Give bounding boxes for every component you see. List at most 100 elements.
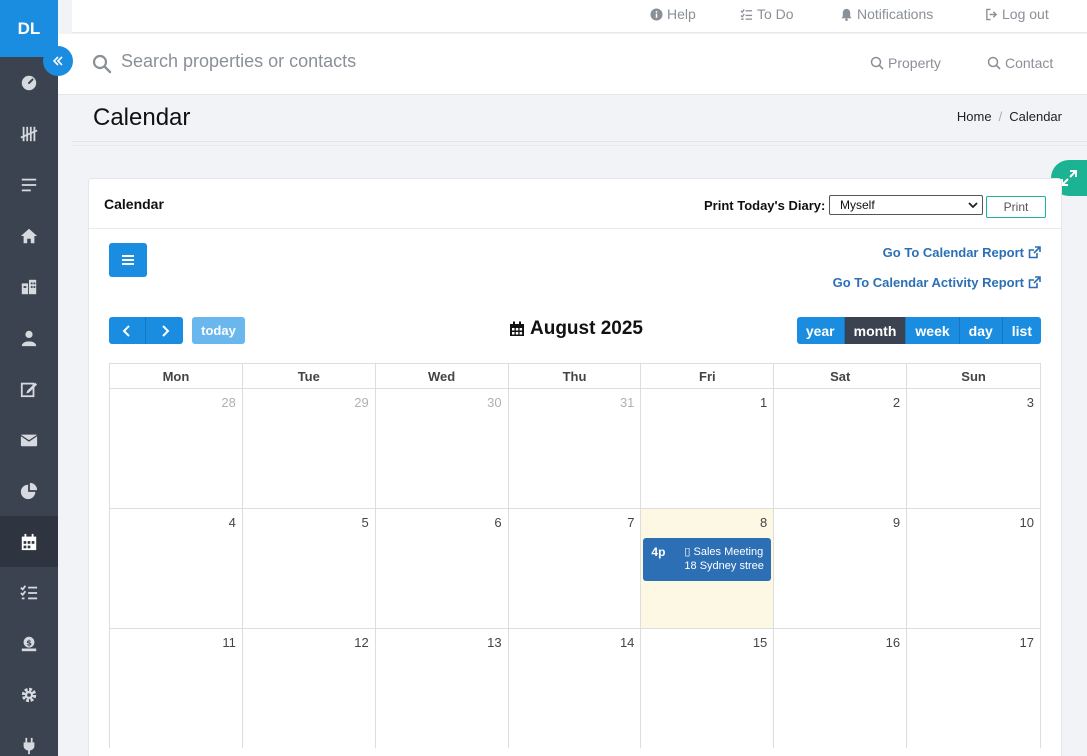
day-number[interactable]: 15 [753,635,767,650]
day-number[interactable]: 28 [221,395,235,410]
day-cell[interactable]: 31 [509,389,642,508]
print-diary-label: Print Today's Diary: [704,198,826,213]
card-title: Calendar [104,196,164,212]
event-time: 4p [651,545,666,559]
day-number[interactable]: 30 [487,395,501,410]
collapse-sidebar-button[interactable] [43,46,73,76]
day-number[interactable]: 9 [893,515,900,530]
day-number[interactable]: 14 [620,635,634,650]
sidebar-item-contacts[interactable] [0,312,58,363]
day-cell[interactable]: 14 [509,629,642,748]
plug-icon [23,737,35,754]
day-cell[interactable]: 10 [907,509,1040,628]
calendar-report-link[interactable]: Go To Calendar Report [883,245,1041,260]
view-list-button[interactable]: list [1002,317,1041,344]
calendar-activity-report-link[interactable]: Go To Calendar Activity Report [833,275,1041,290]
notifications-label: Notifications [857,6,934,22]
day-cell[interactable]: 30 [376,389,509,508]
day-cell[interactable]: 29 [243,389,376,508]
day-number[interactable]: 7 [627,515,634,530]
day-number[interactable]: 3 [1027,395,1034,410]
sidebar-item-tasks[interactable] [0,567,58,618]
sidebar-item-integrations[interactable] [0,720,58,756]
today-button[interactable]: today [192,317,245,344]
day-cell[interactable]: 15 [641,629,775,748]
day-number[interactable]: 1 [760,395,767,410]
day-cell[interactable]: 4 [110,509,243,628]
day-number[interactable]: 4 [229,515,236,530]
search-property-label: Property [888,55,941,71]
day-number[interactable]: 12 [354,635,368,650]
logout-link[interactable]: Log out [985,6,1049,22]
search-input[interactable] [121,51,721,72]
help-label: Help [667,6,696,22]
building-icon [21,279,37,294]
calendar-menu-button[interactable] [109,243,147,277]
day-cell[interactable]: 2 [774,389,908,508]
day-cell[interactable]: 7 [509,509,642,628]
sidebar-item-mail[interactable] [0,414,58,465]
day-cell[interactable]: 11 [110,629,243,748]
todo-link[interactable]: To Do [740,6,794,22]
day-cell[interactable]: 13 [376,629,509,748]
day-of-week-header: Mon Tue Wed Thu Fri Sat Sun [109,363,1041,388]
breadcrumb-home[interactable]: Home [957,109,992,124]
search-icon [92,54,112,74]
expand-icon [1061,170,1077,186]
day-number[interactable]: 17 [1020,635,1034,650]
day-cell[interactable]: 17 [907,629,1040,748]
search-property-button[interactable]: Property [870,55,941,71]
sidebar-item-settings[interactable] [0,669,58,720]
day-cell[interactable]: 12 [243,629,376,748]
day-cell-today[interactable]: 8 4p ▯ Sales Meeting 18 Sydney stree [641,509,775,628]
day-cell[interactable]: 5 [243,509,376,628]
diary-select[interactable]: Myself [829,195,983,215]
sidebar-item-finance[interactable]: $ [0,618,58,669]
day-number[interactable]: 8 [760,515,767,530]
day-number[interactable]: 11 [222,635,236,650]
day-number[interactable]: 29 [354,395,368,410]
view-day-button[interactable]: day [959,317,1003,344]
week-row: 11 12 13 14 15 16 17 [109,628,1041,748]
sidebar-item-calendar[interactable] [0,516,58,567]
event-title: ▯ Sales Meeting [684,546,764,558]
day-number[interactable]: 6 [494,515,501,530]
view-week-button[interactable]: week [906,317,960,344]
card-header: Calendar Print Today's Diary: Myself Pri… [89,179,1061,229]
day-cell[interactable]: 16 [774,629,908,748]
day-number[interactable]: 31 [620,395,634,410]
sidebar-item-tally[interactable] [0,108,58,159]
calendar-event[interactable]: 4p ▯ Sales Meeting 18 Sydney stree [643,538,772,581]
sidebar-item-edit[interactable] [0,363,58,414]
sidebar-item-list[interactable] [0,159,58,210]
day-cell[interactable]: 1 [641,389,775,508]
todo-label: To Do [757,6,794,22]
print-button[interactable]: Print [986,196,1046,218]
day-cell[interactable]: 6 [376,509,509,628]
sign-out-icon [986,8,998,20]
day-number[interactable]: 10 [1020,515,1034,530]
day-number[interactable]: 13 [487,635,501,650]
prev-month-button[interactable] [109,317,146,344]
sidebar-item-reports[interactable] [0,465,58,516]
next-month-button[interactable] [146,317,183,344]
day-cell[interactable]: 3 [907,389,1040,508]
sidebar-item-home[interactable] [0,210,58,261]
calendar-activity-report-label: Go To Calendar Activity Report [832,275,1024,290]
help-link[interactable]: Help [650,6,696,22]
event-address: 18 Sydney stree [684,560,764,572]
sidebar: DL $ [0,0,58,756]
day-number[interactable]: 2 [893,395,900,410]
day-number[interactable]: 5 [361,515,368,530]
sidebar-item-buildings[interactable] [0,261,58,312]
day-number[interactable]: 16 [886,635,900,650]
hamburger-icon [122,255,134,265]
view-year-button[interactable]: year [796,317,845,344]
day-cell[interactable]: 28 [110,389,243,508]
external-link-icon [1028,246,1041,259]
search-contact-button[interactable]: Contact [987,55,1053,71]
calendar-grid: Mon Tue Wed Thu Fri Sat Sun 28 29 30 31 1 2 3 4… [109,363,1041,748]
notifications-link[interactable]: Notifications [840,6,933,22]
view-month-button[interactable]: month [844,317,907,344]
day-cell[interactable]: 9 [774,509,908,628]
